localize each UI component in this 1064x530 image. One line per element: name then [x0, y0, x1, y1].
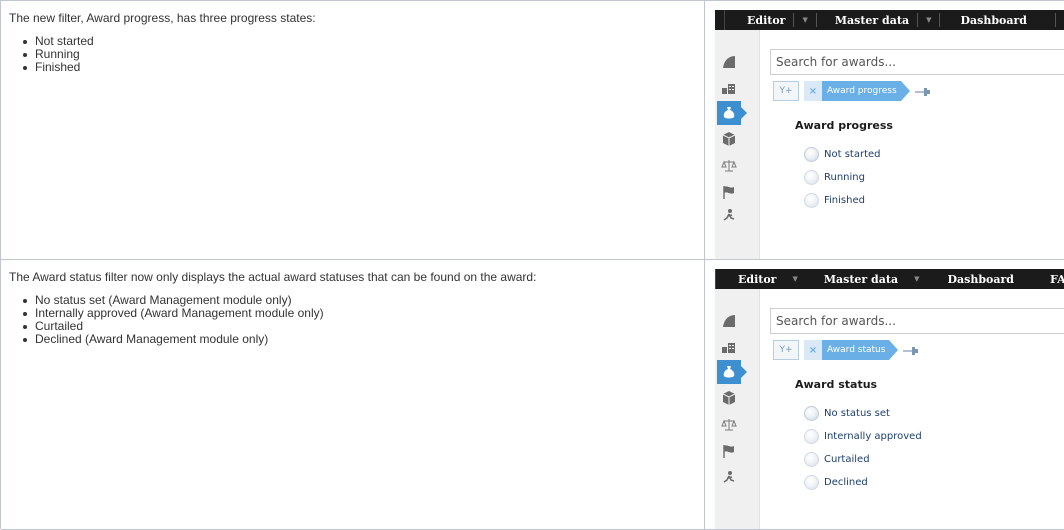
leaf-icon[interactable]: [717, 50, 741, 74]
intro-text: The Award status filter now only display…: [9, 270, 537, 284]
chip-label: Award status: [827, 345, 886, 355]
scales-icon[interactable]: [717, 413, 741, 437]
radio-button[interactable]: [804, 406, 819, 421]
option-label: No status set: [824, 408, 890, 419]
buildings-icon[interactable]: [717, 335, 741, 359]
filter-add-icon[interactable]: Y+: [773, 340, 799, 360]
radio-option[interactable]: Internally approved: [804, 425, 922, 448]
radio-button[interactable]: [804, 475, 819, 490]
money-bag-icon[interactable]: [717, 360, 747, 384]
radio-button[interactable]: [804, 170, 819, 185]
list-item: Running: [23, 48, 696, 61]
box-icon[interactable]: [717, 386, 741, 410]
nav-master-data[interactable]: Master data: [835, 14, 909, 27]
option-label: Curtailed: [824, 454, 870, 465]
radio-option[interactable]: Not started: [804, 143, 881, 166]
option-label: Not started: [824, 149, 881, 160]
filter-bar: Y+ × Award progress: [773, 81, 931, 101]
nav-editor[interactable]: Editor: [747, 14, 785, 27]
radio-option[interactable]: No status set: [804, 402, 922, 425]
option-label: Declined: [824, 477, 868, 488]
leaf-icon[interactable]: [717, 309, 741, 333]
option-list: No status set Internally approved Curtai…: [804, 402, 922, 494]
filter-title: Award status: [795, 378, 878, 391]
app-screenshot: Editor ▼ Master data ▼ Dashboard Search …: [715, 10, 1064, 259]
search-input[interactable]: Search for awards...: [770, 49, 1064, 75]
close-icon[interactable]: ×: [804, 340, 822, 360]
table-row: The Award status filter now only display…: [1, 260, 1064, 530]
search-input[interactable]: Search for awards...: [770, 308, 1064, 334]
option-label: Finished: [824, 195, 865, 206]
intro-text: The new filter, Award progress, has thre…: [9, 11, 316, 25]
nav-more[interactable]: FA: [1050, 273, 1064, 286]
screenshot-cell: Editor ▼ Master data ▼ Dashboard Search …: [705, 1, 1064, 260]
caret-down-icon[interactable]: ▼: [792, 275, 797, 283]
sidebar: [715, 30, 759, 259]
filter-add-icon[interactable]: Y+: [773, 81, 799, 101]
list-item: Finished: [23, 61, 696, 74]
runner-icon[interactable]: [717, 204, 741, 228]
option-label: Running: [824, 172, 865, 183]
list-item: Declined (Award Management module only): [23, 333, 696, 346]
runner-icon[interactable]: [717, 466, 741, 490]
list-item: Not started: [23, 35, 696, 48]
buildings-icon[interactable]: [717, 76, 741, 100]
sidebar: [715, 289, 759, 529]
app-screenshot: Editor ▼ Master data ▼ Dashboard FA: [715, 269, 1064, 529]
pin-icon[interactable]: [903, 345, 919, 355]
caret-down-icon[interactable]: ▼: [802, 16, 807, 24]
radio-option[interactable]: Curtailed: [804, 448, 922, 471]
top-nav: Editor ▼ Master data ▼ Dashboard: [715, 10, 1064, 30]
option-label: Internally approved: [824, 431, 922, 442]
filter-bar: Y+ × Award status: [773, 340, 919, 360]
screenshot-cell: Editor ▼ Master data ▼ Dashboard FA: [705, 260, 1064, 530]
option-list: Not started Running Finished: [804, 143, 881, 212]
filter-panel: Search for awards... Y+ × Award status A…: [759, 289, 1064, 529]
document-table: The new filter, Award progress, has thre…: [0, 0, 1064, 530]
scales-icon[interactable]: [717, 154, 741, 178]
radio-button[interactable]: [804, 452, 819, 467]
nav-master-data[interactable]: Master data: [824, 273, 898, 286]
radio-button[interactable]: [804, 429, 819, 444]
chip-label: Award progress: [827, 86, 897, 96]
nav-dashboard[interactable]: Dashboard: [960, 14, 1027, 27]
radio-option[interactable]: Declined: [804, 471, 922, 494]
money-bag-icon[interactable]: [717, 101, 747, 125]
box-icon[interactable]: [717, 127, 741, 151]
flag-icon[interactable]: [717, 439, 741, 463]
top-nav: Editor ▼ Master data ▼ Dashboard FA: [715, 269, 1064, 289]
radio-option[interactable]: Running: [804, 166, 881, 189]
caret-down-icon[interactable]: ▼: [926, 16, 931, 24]
filter-chip[interactable]: × Award status: [804, 340, 899, 360]
description-cell: The new filter, Award progress, has thre…: [1, 1, 705, 260]
flag-icon[interactable]: [717, 180, 741, 204]
close-icon[interactable]: ×: [804, 81, 822, 101]
table-row: The new filter, Award progress, has thre…: [1, 1, 1064, 260]
list-item: Internally approved (Award Management mo…: [23, 307, 696, 320]
radio-option[interactable]: Finished: [804, 189, 881, 212]
nav-editor[interactable]: Editor: [738, 273, 776, 286]
radio-button[interactable]: [804, 147, 819, 162]
bullet-list: Not started Running Finished: [9, 35, 696, 74]
description-cell: The Award status filter now only display…: [1, 260, 705, 530]
filter-title: Award progress: [795, 119, 893, 132]
filter-panel: Search for awards... Y+ × Award progress…: [759, 30, 1064, 259]
pin-icon[interactable]: [914, 86, 931, 96]
nav-dashboard[interactable]: Dashboard: [947, 273, 1014, 286]
radio-button[interactable]: [804, 193, 819, 208]
filter-chip[interactable]: × Award progress: [804, 81, 910, 101]
bullet-list: No status set (Award Management module o…: [9, 294, 696, 346]
caret-down-icon[interactable]: ▼: [914, 275, 919, 283]
